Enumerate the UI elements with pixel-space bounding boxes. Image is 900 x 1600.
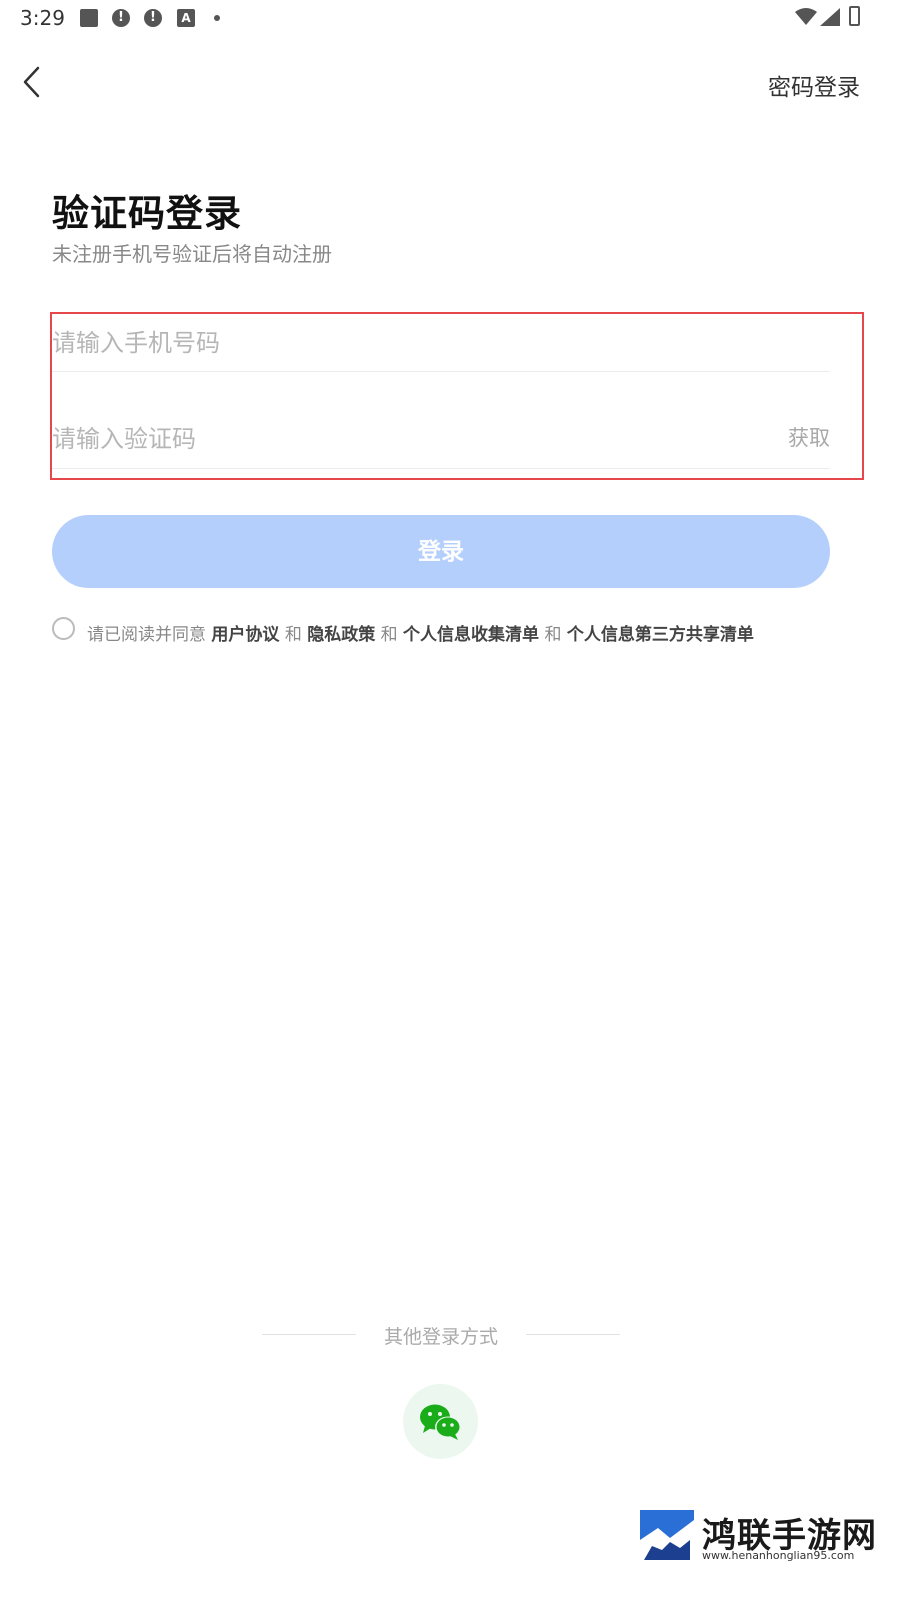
status-bar: 3:29 ! ! A <box>0 0 900 36</box>
alert-icon: ! <box>144 9 162 27</box>
password-login-link[interactable]: 密码登录 <box>768 68 860 102</box>
watermark-url: www.henanhonglian95.com <box>702 1549 855 1562</box>
agreement-and: 和 <box>380 625 398 645</box>
chevron-left-icon <box>23 66 40 98</box>
status-time: 3:29 <box>20 6 65 30</box>
other-login-divider: 其他登录方式 <box>262 1320 620 1350</box>
wechat-icon <box>420 1404 461 1440</box>
divider-line <box>526 1334 620 1335</box>
page-title: 验证码登录 <box>52 192 242 235</box>
image-icon <box>80 9 98 27</box>
info-collection-link[interactable]: 个人信息收集清单 <box>403 625 539 645</box>
other-login-label: 其他登录方式 <box>383 1326 498 1348</box>
wechat-login-button[interactable] <box>403 1384 478 1459</box>
agreement-checkbox[interactable] <box>52 617 75 640</box>
signal-icon <box>820 8 840 26</box>
agreement-and: 和 <box>284 625 302 645</box>
back-button[interactable] <box>16 62 56 102</box>
third-party-sharing-link[interactable]: 个人信息第三方共享清单 <box>567 625 754 645</box>
user-agreement-link[interactable]: 用户协议 <box>211 625 279 645</box>
dot-icon <box>214 15 220 21</box>
wifi-icon <box>795 8 817 25</box>
alert-icon: ! <box>112 9 130 27</box>
agreement-and: 和 <box>544 625 562 645</box>
agreement-row: 请已阅读并同意 用户协议 和 隐私政策 和 个人信息收集清单 和 个人信息第三方… <box>52 615 852 645</box>
a-icon: A <box>177 9 195 27</box>
login-button[interactable]: 登录 <box>52 515 830 588</box>
site-logo <box>640 1510 694 1562</box>
battery-charging-icon <box>849 6 860 26</box>
watermark: 鸿联手游网 www.henanhonglian95.com <box>640 1508 890 1562</box>
privacy-policy-link[interactable]: 隐私政策 <box>307 625 375 645</box>
highlight-box <box>50 312 864 480</box>
agreement-prefix: 请已阅读并同意 <box>87 625 206 645</box>
page-subtitle: 未注册手机号验证后将自动注册 <box>52 242 332 266</box>
agreement-text: 请已阅读并同意 用户协议 和 隐私政策 和 个人信息收集清单 和 个人信息第三方… <box>87 620 754 645</box>
